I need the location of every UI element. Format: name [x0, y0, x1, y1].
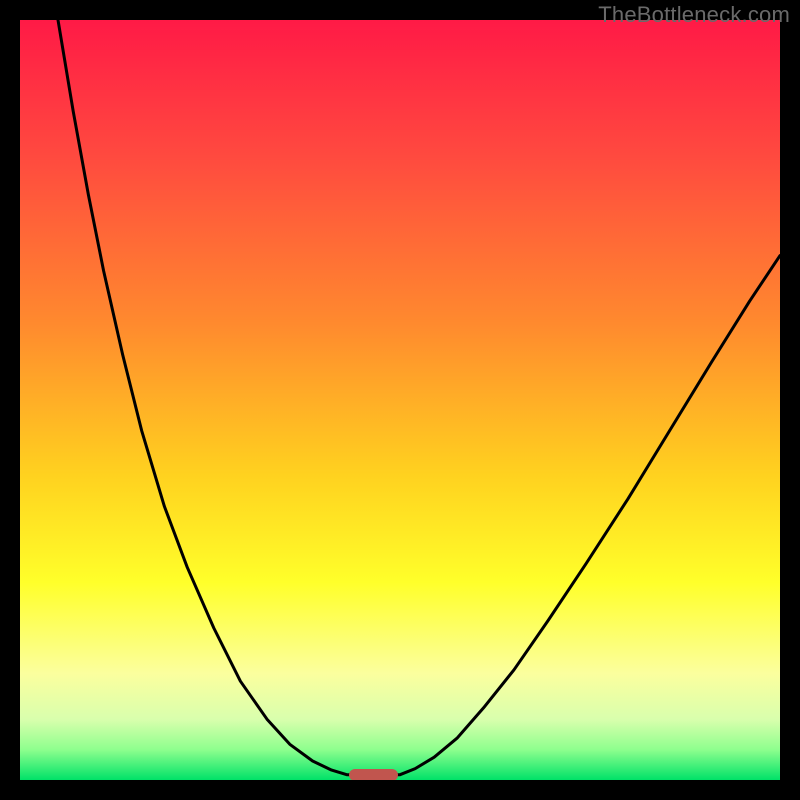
- chart-frame: TheBottleneck.com: [0, 0, 800, 800]
- valley-marker: [349, 769, 398, 780]
- bottleneck-curve: [20, 20, 780, 780]
- plot-area: [20, 20, 780, 780]
- watermark-text: TheBottleneck.com: [598, 2, 790, 28]
